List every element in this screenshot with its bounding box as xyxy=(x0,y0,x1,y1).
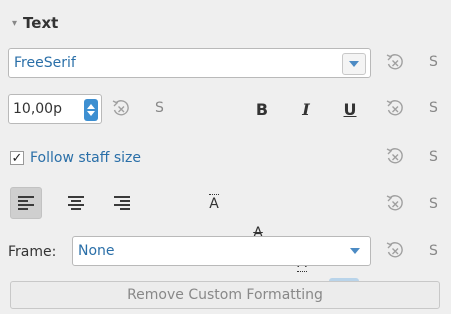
reset-icon xyxy=(386,148,403,164)
style-s-marker[interactable]: S xyxy=(429,149,438,165)
reset-font-face-button[interactable] xyxy=(384,52,406,78)
underline-button[interactable]: U xyxy=(338,100,362,119)
align-left-icon xyxy=(18,196,34,210)
reset-icon xyxy=(112,100,129,116)
reset-follow-staff-size-button[interactable] xyxy=(384,146,406,172)
valign-top-button[interactable]: A xyxy=(199,188,229,218)
frame-dropdown-button[interactable] xyxy=(350,237,360,265)
remove-custom-formatting-button[interactable]: Remove Custom Formatting xyxy=(10,281,440,309)
follow-staff-size-label[interactable]: Follow staff size xyxy=(30,150,141,166)
reset-font-size-button[interactable] xyxy=(110,98,132,124)
style-s-marker[interactable]: S xyxy=(429,243,438,259)
collapse-triangle-icon[interactable]: ▾ xyxy=(12,18,17,29)
style-s-marker[interactable]: S xyxy=(429,100,438,116)
align-right-icon xyxy=(114,196,130,210)
align-center-button[interactable] xyxy=(60,187,92,219)
chevron-down-icon xyxy=(350,248,360,254)
reset-icon xyxy=(386,195,403,211)
frame-combobox[interactable]: None xyxy=(72,236,371,266)
chevron-down-icon xyxy=(349,61,359,67)
style-s-marker[interactable]: S xyxy=(155,100,164,116)
font-face-combobox[interactable]: FreeSerif xyxy=(8,48,371,78)
font-face-value: FreeSerif xyxy=(14,55,76,71)
align-left-button[interactable] xyxy=(10,187,42,219)
valign-top-icon: A xyxy=(209,194,219,212)
follow-staff-size-checkbox[interactable]: ✓ Follow staff size xyxy=(10,150,141,166)
frame-value: None xyxy=(78,243,115,259)
font-size-stepper[interactable] xyxy=(84,99,98,121)
section-title: Text xyxy=(23,14,59,32)
reset-alignment-button[interactable] xyxy=(384,193,406,219)
reset-frame-button[interactable] xyxy=(384,240,406,266)
style-s-marker[interactable]: S xyxy=(429,196,438,212)
align-right-button[interactable] xyxy=(106,187,138,219)
style-s-marker[interactable]: S xyxy=(429,54,438,70)
section-header[interactable]: ▾ Text xyxy=(12,14,58,32)
reset-icon xyxy=(386,54,403,70)
font-size-spinbox[interactable]: 10,00p xyxy=(8,94,102,124)
reset-icon xyxy=(386,100,403,116)
align-center-icon xyxy=(68,196,84,210)
reset-icon xyxy=(386,242,403,258)
checkmark-icon: ✓ xyxy=(11,150,23,166)
font-size-value: 10,00p xyxy=(13,101,62,117)
bold-button[interactable]: B xyxy=(250,100,274,119)
step-down-icon[interactable] xyxy=(87,111,95,116)
frame-label: Frame: xyxy=(8,244,57,260)
checkbox-box[interactable]: ✓ xyxy=(10,151,24,165)
italic-button[interactable]: I xyxy=(294,100,318,119)
step-up-icon[interactable] xyxy=(87,104,95,109)
font-face-dropdown-button[interactable] xyxy=(342,53,366,75)
reset-font-style-button[interactable] xyxy=(384,98,406,124)
